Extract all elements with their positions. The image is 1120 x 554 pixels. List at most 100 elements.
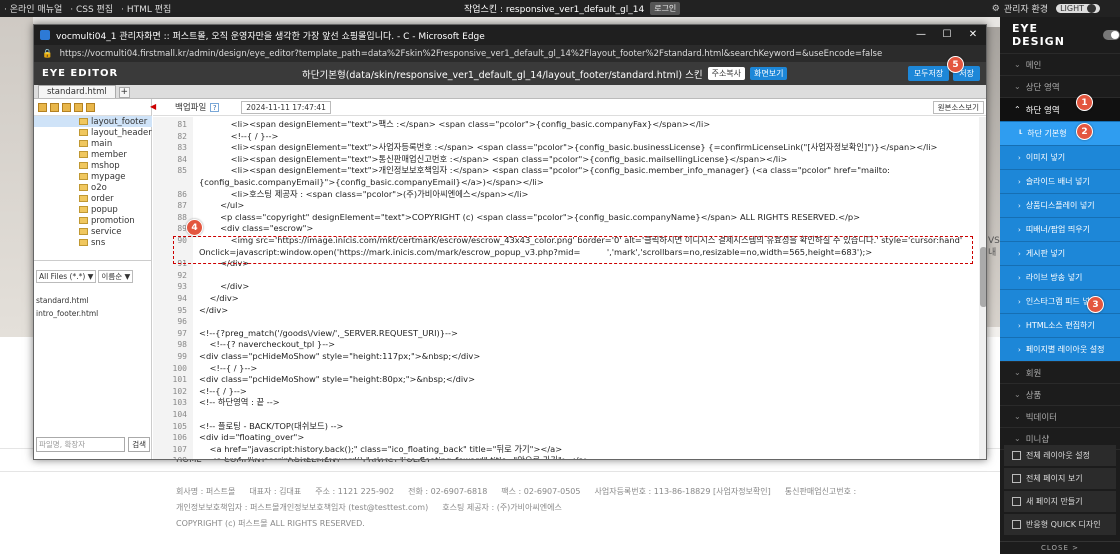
new-page-button[interactable]: 새 페이지 만들기: [1004, 491, 1116, 512]
code-line[interactable]: <!--{ / }-->: [199, 131, 279, 143]
sub-item-html-edit[interactable]: › HTML소스 편집하기: [1000, 313, 1120, 337]
tree-folder[interactable]: popup: [34, 204, 152, 215]
sub-item-page-layout[interactable]: › 페이지별 레이아웃 설정: [1000, 337, 1120, 361]
tree-folder[interactable]: o2o: [34, 182, 152, 193]
panel-item-goods[interactable]: ⌄ 상품: [1000, 383, 1120, 405]
panel-item-bigdata[interactable]: ⌄ 빅데이터: [1000, 405, 1120, 427]
delete-icon[interactable]: [74, 102, 83, 112]
tree-folder[interactable]: layout_header: [34, 127, 152, 138]
panel-close-button[interactable]: CLOSE >: [1000, 541, 1120, 554]
code-line[interactable]: <div id="floating_over">: [199, 432, 304, 444]
sub-item-goods-display[interactable]: › 상품디스플레이 넣기: [1000, 193, 1120, 217]
tree-folder[interactable]: member: [34, 149, 152, 160]
tree-folder[interactable]: mshop: [34, 160, 152, 171]
code-line[interactable]: {config_basic.companyEmail}">{config_bas…: [199, 177, 544, 189]
manual-link[interactable]: · 온라인 매뉴얼: [4, 2, 62, 15]
code-line[interactable]: <!-- 플로팅 - BACK/TOP(대쉬보드) -->: [199, 421, 344, 433]
code-line[interactable]: <li><span designElement="text">통신판매업신고번호…: [199, 154, 788, 166]
open-folder-icon[interactable]: [50, 102, 59, 112]
rename-icon[interactable]: [62, 102, 71, 112]
file-type-select[interactable]: All Files (*.*) ▼: [36, 270, 97, 283]
code-line[interactable]: </div>: [199, 281, 249, 293]
html-edit-link[interactable]: · HTML 편집: [121, 2, 171, 15]
sub-item-image[interactable]: › 이미지 넣기: [1000, 145, 1120, 169]
theme-toggle[interactable]: LIGHT: [1056, 4, 1100, 13]
code-line[interactable]: <div class="escrow">: [199, 223, 313, 235]
maximize-button[interactable]: ☐: [934, 25, 960, 45]
code-line[interactable]: <p class="copyright" designElement="text…: [199, 212, 860, 224]
eye-editor-logo: EYE EDITOR: [42, 68, 119, 79]
code-editor[interactable]: 81 <li><span designElement="text">팩스 :</…: [153, 117, 979, 459]
tab-standard-html[interactable]: standard.html: [38, 85, 116, 98]
folder-icon: [79, 239, 88, 246]
tree-folder[interactable]: main: [34, 138, 152, 149]
code-line[interactable]: <li>호스팅 제공자 : <span class="pcolor">(주)가비…: [199, 189, 529, 201]
code-line[interactable]: </div>: [199, 258, 249, 270]
all-layout-button[interactable]: 전체 레이아웃 설정: [1004, 445, 1116, 466]
panel-item-member[interactable]: ⌄ 회원: [1000, 361, 1120, 383]
code-line[interactable]: </ul>: [199, 200, 244, 212]
css-edit-link[interactable]: · CSS 편집: [70, 2, 113, 15]
sub-item-banner-popup[interactable]: › 띠배너/팝업 띄우기: [1000, 217, 1120, 241]
login-button[interactable]: 로그인: [650, 2, 681, 15]
list-item[interactable]: standard.html: [36, 294, 98, 307]
quick-design-button[interactable]: 반응형 QUICK 디자인: [1004, 514, 1116, 535]
code-line[interactable]: <img src='https://image.inicis.com/mkt/c…: [199, 235, 963, 247]
panel-item-main[interactable]: ⌄ 메인: [1000, 53, 1120, 75]
address-bar[interactable]: 🔒 https://vocmulti04.firstmall.kr/admin/…: [34, 45, 986, 62]
sub-item-live[interactable]: › 라이브 방송 넣기: [1000, 265, 1120, 289]
code-line[interactable]: </div>: [199, 293, 239, 305]
folder-icon: [79, 195, 88, 202]
code-line[interactable]: </div>: [199, 305, 228, 317]
backup-date-select[interactable]: 2024-11-11 17:47:41: [241, 100, 331, 114]
list-item[interactable]: intro_footer.html: [36, 307, 98, 320]
sub-item-board[interactable]: › 게시판 넣기: [1000, 241, 1120, 265]
code-line[interactable]: <a href="javascript:history.back();" cla…: [199, 444, 563, 456]
minimize-button[interactable]: —: [908, 25, 934, 45]
tree-folder[interactable]: order: [34, 193, 152, 204]
code-line[interactable]: <li><span designElement="text">개인정보보호책임자…: [199, 165, 890, 177]
close-button[interactable]: ✕: [960, 25, 986, 45]
add-tab-button[interactable]: +: [118, 87, 130, 98]
admin-env-link[interactable]: 관리자 환경: [1004, 2, 1048, 15]
tree-folder[interactable]: promotion: [34, 215, 152, 226]
help-icon[interactable]: ?: [210, 102, 220, 112]
panel-item-footer-area[interactable]: ⌃ 하단 영역: [1000, 97, 1120, 121]
code-line[interactable]: <div class="pcHideMoShow" style="height:…: [199, 374, 475, 386]
file-search-input[interactable]: 파일명, 확장자: [36, 437, 126, 452]
line-number: 93: [153, 281, 193, 293]
code-line[interactable]: <!--{ / }-->: [199, 386, 247, 398]
code-line[interactable]: <!--{?preg_match('/goods\/view/',_SERVER…: [199, 328, 458, 340]
code-scrollbar[interactable]: [979, 117, 986, 459]
collapse-arrow-icon[interactable]: ◀: [150, 102, 156, 111]
panel-item-header-area[interactable]: ⌄ 상단 영역: [1000, 75, 1120, 97]
copy-address-button[interactable]: 주소복사: [707, 67, 746, 80]
view-source-button[interactable]: 원본소스보기: [932, 101, 984, 114]
tree-folder[interactable]: mypage: [34, 171, 152, 182]
panel-toggle[interactable]: [1103, 30, 1120, 40]
view-screen-button[interactable]: 화면보기: [750, 67, 788, 80]
code-line[interactable]: <li><span designElement="text">사업자등록번호 :…: [199, 142, 938, 154]
window-title: vocmulti04_1 관리자화면 :: 퍼스트몰, 오직 운영자만을 생각한…: [56, 31, 485, 42]
code-line[interactable]: <!--{? navercheckout_tpl }-->: [199, 339, 336, 351]
file-search-button[interactable]: 검색: [128, 437, 150, 452]
sub-item-footer-basic[interactable]: ┖ 하단 기본형: [1000, 121, 1120, 145]
all-pages-button[interactable]: 전체 페이지 보기: [1004, 468, 1116, 489]
code-line[interactable]: <a href="javascript:history.forward();" …: [199, 455, 591, 459]
code-line[interactable]: Onclick=javascript:window.open('https://…: [199, 247, 872, 259]
tree-folder[interactable]: sns: [34, 237, 152, 248]
tree-folder[interactable]: service: [34, 226, 152, 237]
sub-item-slide-banner[interactable]: › 슬라이드 배너 넣기: [1000, 169, 1120, 193]
scroll-thumb[interactable]: [980, 247, 986, 307]
folder-icon: [79, 129, 88, 136]
new-folder-icon[interactable]: [38, 102, 47, 112]
save-all-button[interactable]: 모두저장: [907, 66, 950, 81]
refresh-icon[interactable]: [86, 102, 95, 112]
code-line[interactable]: <!--{ / }-->: [199, 363, 258, 375]
code-line[interactable]: <!-- 하단영역 : 끝 -->: [199, 397, 280, 409]
gear-icon[interactable]: ⚙: [992, 4, 1000, 14]
tree-folder[interactable]: layout_footer: [34, 116, 152, 127]
sort-select[interactable]: 이름순 ▼: [98, 270, 134, 283]
code-line[interactable]: <li><span designElement="text">팩스 :</spa…: [199, 119, 711, 131]
code-line[interactable]: <div class="pcHideMoShow" style="height:…: [199, 351, 480, 363]
